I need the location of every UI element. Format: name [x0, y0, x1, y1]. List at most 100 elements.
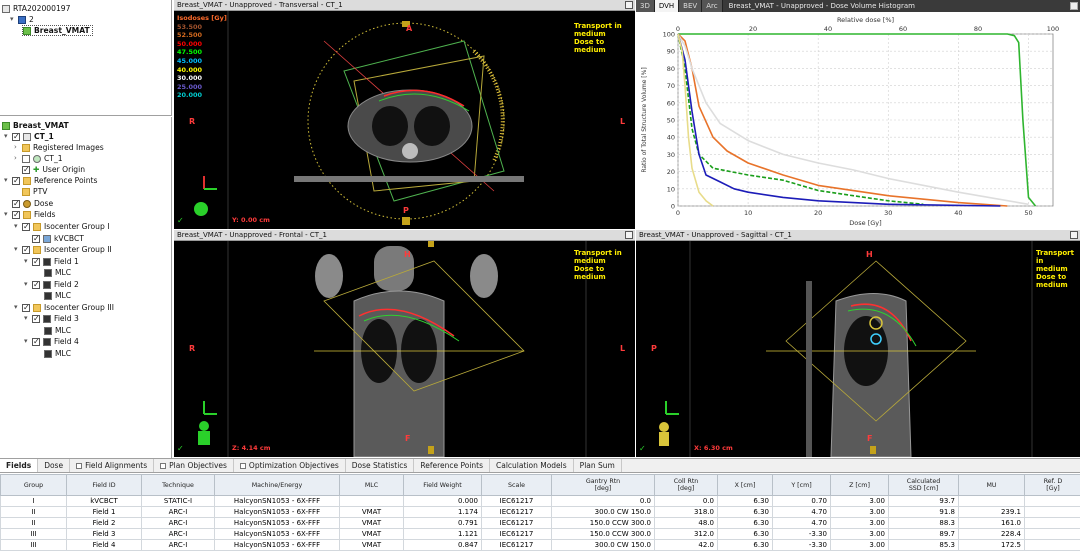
checkbox-icon[interactable] [12, 175, 20, 186]
table-cell[interactable]: ARC-I [141, 539, 215, 551]
tree-iso1[interactable]: ▾ Isocenter Group I [14, 221, 109, 232]
checkbox-icon[interactable] [22, 154, 30, 163]
column-header[interactable]: Coll Rtn [deg] [654, 474, 718, 496]
table-cell[interactable]: 0.791 [403, 517, 482, 529]
chevron-down-icon[interactable]: ▾ [14, 302, 22, 313]
table-cell[interactable]: 0.847 [403, 539, 482, 551]
checkbox-icon[interactable] [12, 198, 20, 209]
table-cell[interactable]: HalcyonSN1053 - 6X-FFF [214, 506, 340, 518]
table-cell[interactable]: ARC-I [141, 517, 215, 529]
tab-plan-objectives[interactable]: Plan Objectives [154, 459, 234, 472]
checkbox-icon[interactable] [76, 463, 83, 469]
transversal-view[interactable]: Breast_VMAT - Unapproved - Transversal -… [174, 0, 635, 229]
chevron-down-icon[interactable]: ▾ [4, 175, 12, 186]
chevron-right-icon[interactable]: › [14, 142, 22, 153]
column-header[interactable]: Field ID [66, 474, 142, 496]
table-cell[interactable]: Field 1 [66, 506, 142, 518]
column-header[interactable]: Z [cm] [830, 474, 889, 496]
transversal-image[interactable] [174, 11, 635, 229]
table-cell[interactable]: 0.70 [772, 495, 831, 507]
table-cell[interactable]: 4.70 [772, 506, 831, 518]
isodose-level[interactable]: 40.000 [177, 66, 227, 75]
tree-field2[interactable]: ▾ Field 2 [24, 279, 79, 290]
tree-plan[interactable]: Breast_VMAT [2, 120, 69, 131]
table-cell[interactable]: STATIC-I [141, 495, 215, 507]
chevron-down-icon[interactable]: ▾ [24, 336, 32, 347]
checkbox-icon[interactable] [32, 336, 40, 347]
table-cell[interactable]: IEC61217 [481, 495, 552, 507]
table-cell[interactable]: 3.00 [830, 539, 889, 551]
checkbox-icon[interactable] [12, 209, 20, 220]
chevron-down-icon[interactable]: ▾ [10, 14, 18, 25]
table-cell[interactable]: -3.30 [772, 528, 831, 540]
table-cell[interactable]: VMAT [339, 517, 404, 529]
table-row[interactable]: III Field 4 ARC-I HalcyonSN1053 - 6X-FFF VMA… [0, 539, 1080, 551]
column-header[interactable]: MU [958, 474, 1025, 496]
table-cell[interactable]: 89.7 [888, 528, 959, 540]
table-cell[interactable]: IEC61217 [481, 506, 552, 518]
table-cell[interactable]: 6.30 [717, 517, 773, 529]
table-cell[interactable] [1024, 495, 1080, 507]
table-cell[interactable]: 0.000 [403, 495, 482, 507]
table-cell[interactable]: 88.3 [888, 517, 959, 529]
table-cell[interactable]: 3.00 [830, 517, 889, 529]
checkbox-icon[interactable] [22, 164, 30, 175]
sagittal-view[interactable]: Breast_VMAT - Unapproved - Sagittal - CT… [636, 230, 1080, 457]
maximize-icon[interactable] [1070, 2, 1078, 10]
column-header[interactable]: Scale [481, 474, 552, 496]
table-cell[interactable]: 150.0 CCW 300.0 [551, 528, 655, 540]
table-cell[interactable] [1024, 528, 1080, 540]
checkbox-icon[interactable] [22, 244, 30, 255]
course-node[interactable]: ▾ 2 [10, 14, 34, 25]
table-cell[interactable]: 85.3 [888, 539, 959, 551]
checkbox-icon[interactable] [32, 256, 40, 267]
table-cell[interactable]: 0.0 [551, 495, 655, 507]
column-header[interactable]: MLC [339, 474, 404, 496]
table-cell[interactable]: 150.0 CCW 300.0 [551, 517, 655, 529]
isodose-level[interactable]: 30.000 [177, 74, 227, 83]
column-header[interactable]: Ref. D [Gy] [1024, 474, 1080, 496]
table-cell[interactable]: ARC-I [141, 506, 215, 518]
chevron-down-icon[interactable]: ▾ [24, 279, 32, 290]
table-cell[interactable]: 6.30 [717, 495, 773, 507]
table-cell[interactable]: HalcyonSN1053 - 6X-FFF [214, 495, 340, 507]
column-header[interactable]: Gantry Rtn [deg] [551, 474, 655, 496]
column-header[interactable]: Calculated SSD [cm] [888, 474, 959, 496]
checkbox-icon[interactable] [22, 302, 30, 313]
column-header[interactable]: Machine/Energy [214, 474, 340, 496]
chevron-down-icon[interactable]: ▾ [14, 221, 22, 232]
tree-mlc3[interactable]: MLC [44, 325, 71, 336]
table-cell[interactable]: 1.174 [403, 506, 482, 518]
column-header[interactable]: Technique [141, 474, 215, 496]
table-cell[interactable]: 312.0 [654, 528, 718, 540]
dvh-chart[interactable]: 01020304050607080901000 10 20 30 40 500 20 40 60… [636, 12, 1080, 229]
frontal-image[interactable] [174, 241, 635, 457]
tree-ptv[interactable]: PTV [22, 186, 47, 197]
checkbox-icon[interactable] [32, 313, 40, 324]
table-cell[interactable]: 3.00 [830, 495, 889, 507]
isodose-level[interactable]: 25.000 [177, 83, 227, 92]
tab-dvh[interactable]: DVH [654, 0, 680, 12]
tree-dose[interactable]: Dose [4, 198, 53, 209]
table-cell[interactable]: I [0, 495, 67, 507]
table-cell[interactable]: -3.30 [772, 539, 831, 551]
column-header[interactable]: Field Weight [403, 474, 482, 496]
sagittal-image[interactable] [636, 241, 1080, 457]
tree-mlc4[interactable]: MLC [44, 348, 71, 359]
chevron-right-icon[interactable]: › [14, 153, 22, 164]
tab-reference-points[interactable]: Reference Points [414, 459, 491, 472]
table-cell[interactable]: 172.5 [958, 539, 1025, 551]
table-cell[interactable] [958, 495, 1025, 507]
table-cell[interactable]: III [0, 528, 67, 540]
table-cell[interactable]: 48.0 [654, 517, 718, 529]
column-header[interactable]: Group [0, 474, 67, 496]
table-cell[interactable]: 3.00 [830, 528, 889, 540]
table-cell[interactable]: 4.70 [772, 517, 831, 529]
table-cell[interactable]: 318.0 [654, 506, 718, 518]
table-cell[interactable]: HalcyonSN1053 - 6X-FFF [214, 539, 340, 551]
tab-fields[interactable]: Fields [0, 459, 39, 472]
tree-ct[interactable]: ▾ CT_1 [4, 131, 54, 142]
tree-user-origin[interactable]: ✚User Origin [22, 164, 85, 175]
table-cell[interactable]: Field 4 [66, 539, 142, 551]
isodose-level[interactable]: 52.500 [177, 31, 227, 40]
